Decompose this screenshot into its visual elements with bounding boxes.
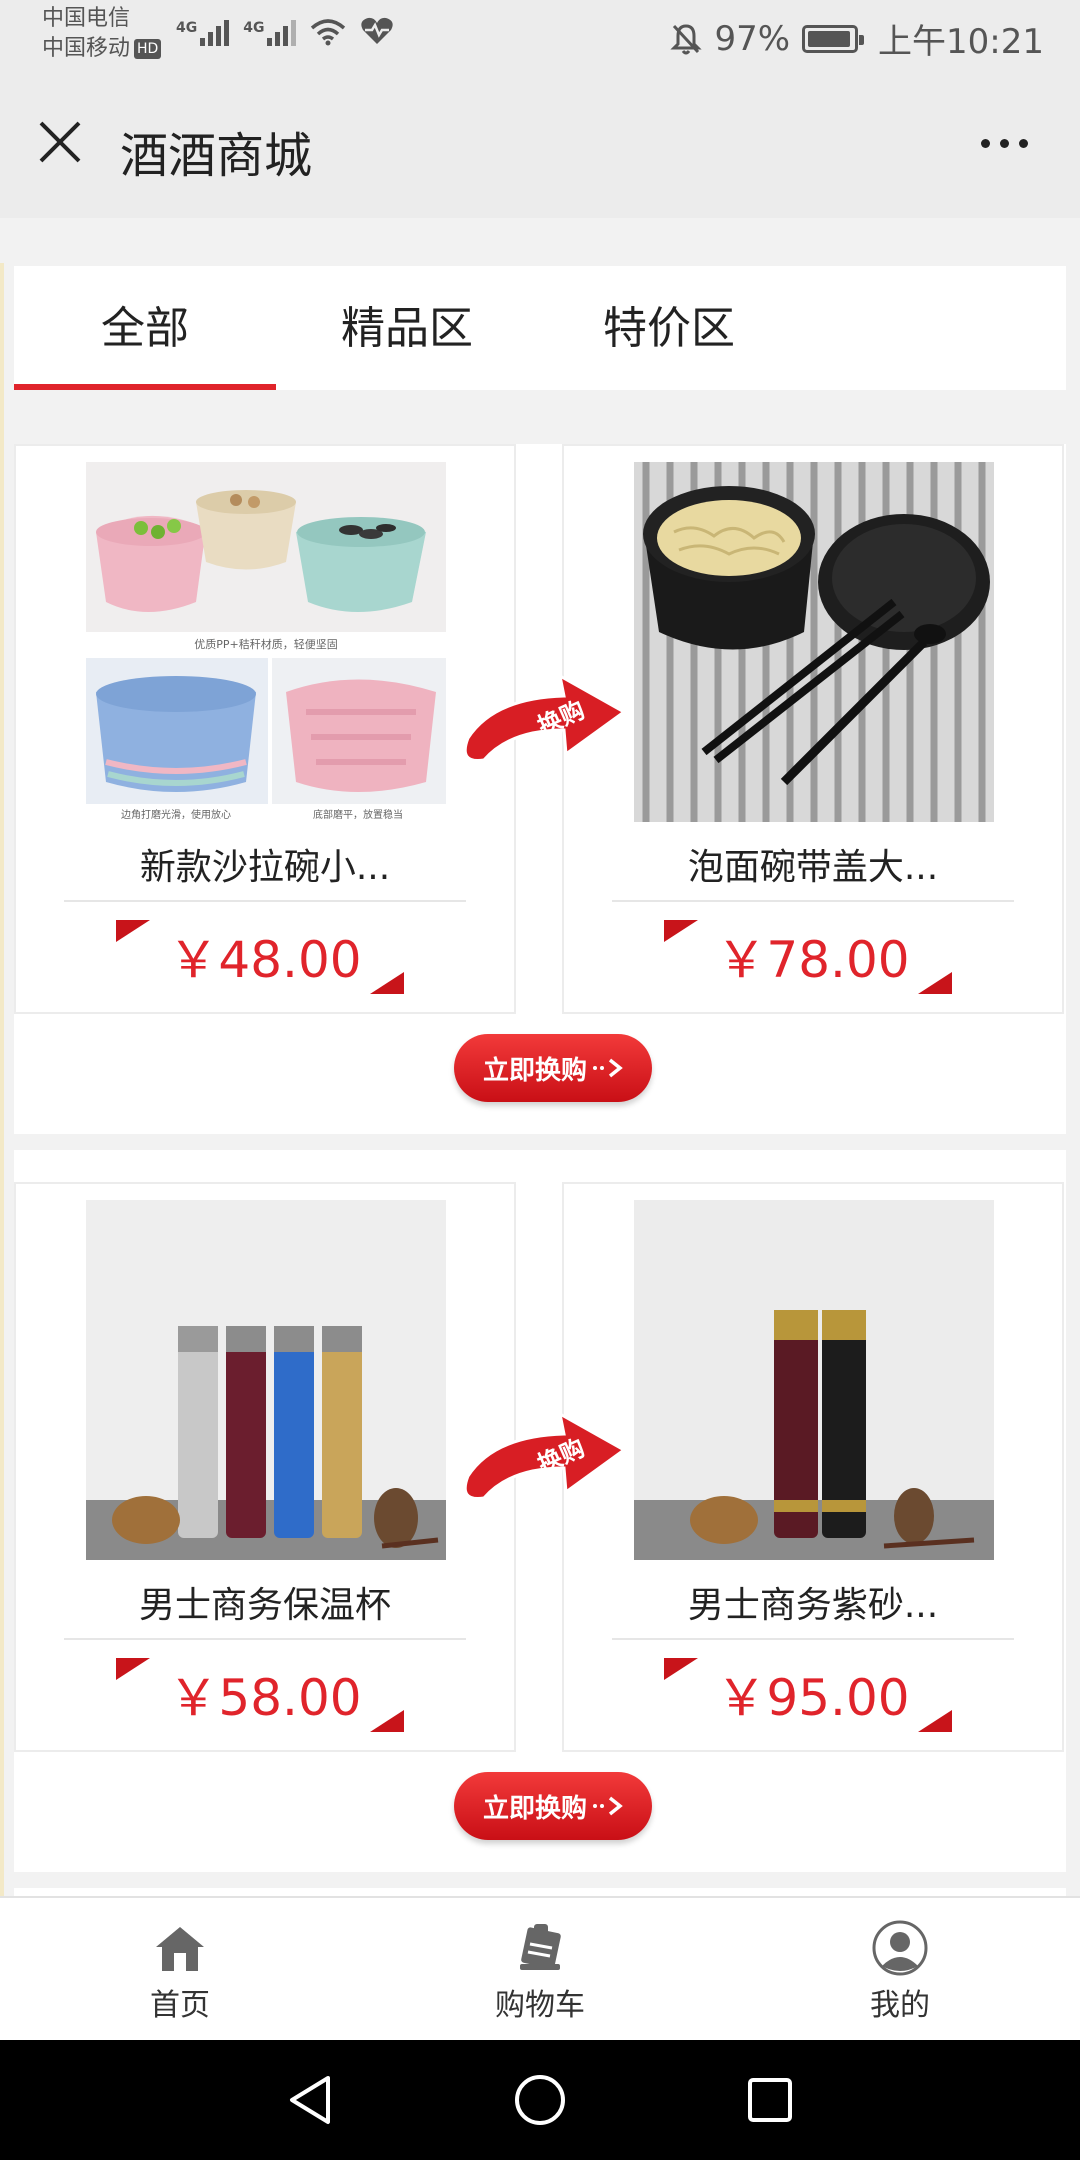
page-title: 酒酒商城 <box>120 128 313 184</box>
swap-arrow-icon: 换购 <box>463 1411 627 1501</box>
image-caption: 优质PP+秸秆材质，轻便坚固 <box>194 637 337 651</box>
clock: 上午10:21 <box>878 22 1044 62</box>
exchange-group: 男士商务保温杯 ￥58.00 男士商务紫砂... ￥95.00 换购 立即换购 <box>14 1150 1066 1872</box>
title-bar: 酒酒商城 <box>0 72 1080 218</box>
product-card-original[interactable]: 优质PP+秸秆材质，轻便坚固 边角打磨光滑，使用放心 底部磨平，放置稳当 新款沙… <box>14 444 516 1014</box>
price-corner-decoration <box>370 1710 404 1732</box>
network-type-1: 4G <box>176 20 198 36</box>
back-button[interactable] <box>280 2070 340 2130</box>
main-content[interactable]: 全部 精品区 特价区 优质PP+秸秆材质，轻便坚固 边角打磨光滑，使用放心 底部… <box>0 218 1080 1896</box>
product-image-clay-thermos <box>634 1200 994 1560</box>
category-tabs: 全部 精品区 特价区 <box>14 266 1066 390</box>
arrow-right-icon <box>593 1796 623 1816</box>
more-dot <box>1018 138 1028 148</box>
exchange-group <box>14 1888 1066 1896</box>
battery-percent: 97% <box>714 18 791 59</box>
product-price: ￥48.00 <box>168 931 362 989</box>
exchange-group: 优质PP+秸秆材质，轻便坚固 边角打磨光滑，使用放心 底部磨平，放置稳当 新款沙… <box>14 444 1066 1134</box>
more-options-button[interactable] <box>964 118 1044 168</box>
bottom-navigation: 首页 购物车 我的 <box>0 1896 1080 2040</box>
home-icon <box>156 1927 204 1971</box>
nav-label: 购物车 <box>495 1988 585 2023</box>
divider <box>612 900 1014 902</box>
product-price: ￥58.00 <box>168 1669 362 1727</box>
product-price: ￥78.00 <box>716 931 910 989</box>
product-price: ￥95.00 <box>716 1669 910 1727</box>
product-name: 男士商务保温杯 <box>138 1585 391 1626</box>
button-label: 立即换购 <box>482 1793 587 1824</box>
system-navigation-bar <box>0 2040 1080 2160</box>
edge-line <box>0 263 4 1896</box>
arrow-right-icon <box>593 1058 623 1078</box>
carrier-2: 中国移动 <box>42 36 131 61</box>
hd-badge: HD <box>134 39 162 59</box>
tab-all[interactable]: 全部 <box>14 266 276 390</box>
swap-arrow-icon: 换购 <box>463 673 627 763</box>
cart-icon <box>520 1924 561 1970</box>
recents-button[interactable] <box>740 2070 800 2130</box>
divider <box>64 900 466 902</box>
product-name: 泡面碗带盖大... <box>687 847 939 888</box>
battery-icon <box>802 24 865 53</box>
carrier-1: 中国电信 <box>42 6 131 31</box>
divider <box>612 1638 1014 1640</box>
image-caption: 边角打磨光滑，使用放心 <box>121 808 231 821</box>
network-type-2: 4G <box>243 20 265 36</box>
mute-bell-icon <box>670 23 703 54</box>
back-triangle-icon <box>290 2076 330 2124</box>
nav-label: 首页 <box>150 1988 210 2023</box>
more-dot <box>999 138 1009 148</box>
tab-premium[interactable]: 精品区 <box>276 266 538 390</box>
image-caption: 底部磨平，放置稳当 <box>313 808 403 821</box>
button-label: 立即换购 <box>482 1055 587 1086</box>
close-button[interactable] <box>30 112 90 172</box>
status-right: 97% 上午10:21 <box>670 14 1044 63</box>
product-image-noodle-bowl <box>634 462 994 822</box>
nav-item-cart[interactable]: 购物车 <box>360 1898 720 2040</box>
health-icon <box>361 17 394 44</box>
divider <box>64 1638 466 1640</box>
close-icon <box>39 121 81 163</box>
signal-icons: 4G 4G <box>176 16 394 46</box>
profile-icon <box>872 1920 928 1976</box>
signal-icon: 4G <box>176 20 230 46</box>
product-name: 男士商务紫砂... <box>687 1585 939 1626</box>
nav-label: 我的 <box>870 1988 930 2023</box>
exchange-now-button[interactable]: 立即换购 <box>454 1772 652 1840</box>
tab-special-offer[interactable]: 特价区 <box>538 266 800 390</box>
home-circle-icon <box>515 2075 565 2125</box>
exchange-now-button[interactable]: 立即换购 <box>454 1034 652 1102</box>
home-system-button[interactable] <box>510 2070 570 2130</box>
price-corner-decoration <box>918 972 952 994</box>
signal-icon: 4G <box>243 20 297 46</box>
more-dot <box>980 138 990 148</box>
product-card-original[interactable]: 男士商务保温杯 ￥58.00 <box>14 1182 516 1752</box>
product-image-bowls: 优质PP+秸秆材质，轻便坚固 边角打磨光滑，使用放心 底部磨平，放置稳当 <box>86 462 446 822</box>
wifi-icon <box>311 19 346 46</box>
carrier-info: 中国电信 中国移动 HD <box>42 4 162 64</box>
price-corner-decoration <box>370 972 404 994</box>
price-corner-decoration <box>918 1710 952 1732</box>
nav-item-profile[interactable]: 我的 <box>720 1898 1080 2040</box>
nav-item-home[interactable]: 首页 <box>0 1898 360 2040</box>
product-image-thermos-set <box>86 1200 446 1560</box>
product-name: 新款沙拉碗小... <box>139 847 391 888</box>
recents-square-icon <box>748 2078 792 2122</box>
status-bar: 中国电信 中国移动 HD 4G 4G 97% 上午10:21 <box>0 0 1080 72</box>
